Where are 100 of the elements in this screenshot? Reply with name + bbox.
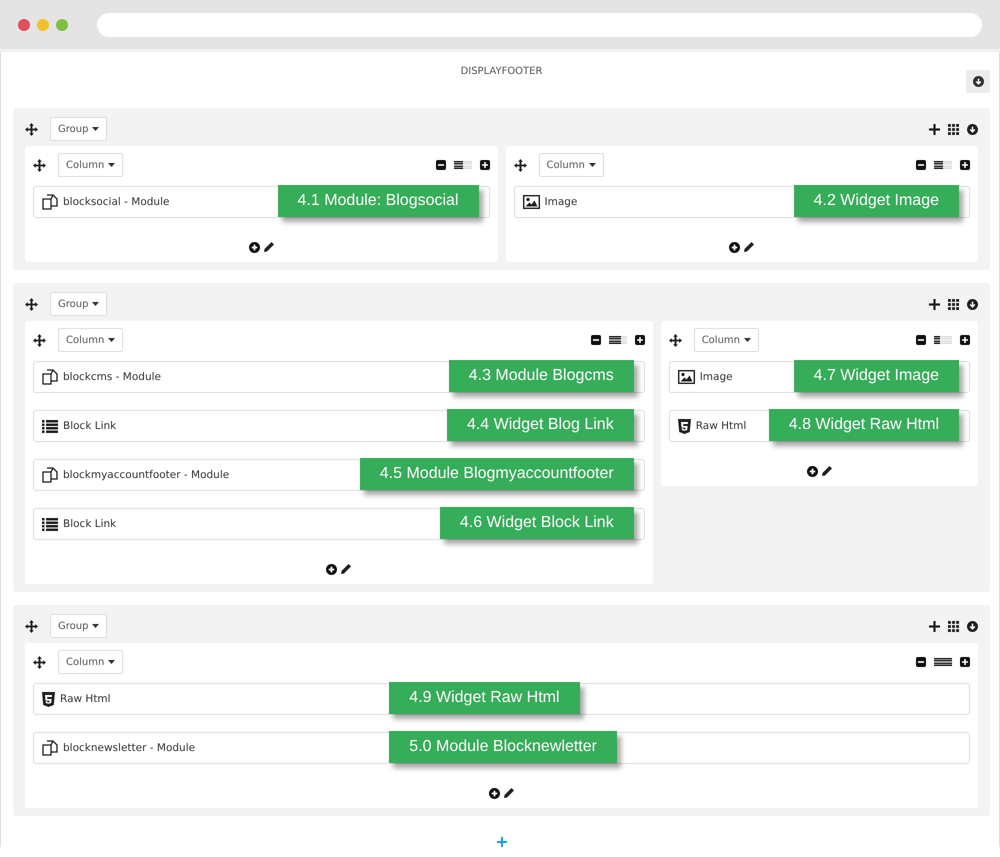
column-width-icon	[608, 336, 627, 344]
move-icon[interactable]	[25, 620, 38, 632]
pencil-icon[interactable]	[744, 242, 754, 252]
caret-icon	[92, 127, 100, 131]
plus-icon[interactable]	[929, 298, 940, 310]
move-icon[interactable]	[25, 298, 38, 310]
widget-row[interactable]: Image 4.2 Widget Image	[514, 186, 970, 218]
maximize-dot[interactable]	[56, 18, 68, 30]
widget-row[interactable]: blocknewsletter - Module 5.0 Module Blocknewletter	[33, 732, 970, 764]
plus-square-icon[interactable]	[960, 160, 970, 170]
circle-plus-icon[interactable]	[489, 788, 500, 799]
grid-icon[interactable]	[948, 620, 959, 632]
move-icon[interactable]	[514, 158, 526, 172]
copy-icon	[42, 194, 58, 210]
caret-icon	[92, 302, 100, 306]
image-icon	[678, 370, 695, 384]
plus-square-icon[interactable]	[480, 160, 490, 170]
column-dropdown[interactable]: Column	[58, 328, 124, 352]
widget-label: Raw Html	[696, 420, 746, 432]
pencil-icon[interactable]	[264, 242, 274, 252]
plus-icon[interactable]	[929, 124, 940, 134]
close-dot[interactable]	[18, 18, 30, 30]
column-dropdown[interactable]: Column	[538, 153, 604, 177]
annotation-callout: 4.1 Module: Blogsocial	[278, 185, 478, 217]
caret-icon	[588, 163, 596, 167]
widget-label: Image	[544, 196, 578, 208]
column-width-icon	[454, 161, 472, 169]
widget-label: blocksocial - Module	[63, 196, 170, 208]
plus-square-icon[interactable]	[634, 335, 645, 345]
column-width-icon	[934, 336, 952, 344]
plus-icon[interactable]	[929, 620, 940, 632]
pencil-icon[interactable]	[341, 564, 352, 574]
minimize-dot[interactable]	[37, 18, 49, 30]
annotation-callout: 4.7 Widget Image	[794, 360, 959, 392]
list-icon	[42, 420, 58, 432]
widget-label: Raw Html	[60, 693, 111, 705]
widget-label: blocknewsletter - Module	[63, 742, 196, 754]
caret-icon	[108, 163, 116, 167]
annotation-callout: 4.8 Widget Raw Html	[768, 409, 959, 441]
circle-down-icon[interactable]	[967, 620, 978, 632]
widget-row[interactable]: blockmyaccountfooter - Module 4.5 Module Blogmyaccountfooter	[33, 459, 645, 491]
move-icon[interactable]	[33, 656, 46, 668]
caret-icon	[108, 338, 116, 342]
annotation-callout: 5.0 Module Blocknewletter	[389, 731, 617, 763]
minus-square-icon[interactable]	[916, 657, 926, 667]
caret-icon	[108, 660, 116, 664]
pencil-icon[interactable]	[822, 466, 832, 476]
circle-plus-icon[interactable]	[806, 466, 818, 477]
circle-plus-icon[interactable]	[729, 242, 740, 253]
widget-row[interactable]: Block Link 4.6 Widget Block Link	[33, 508, 645, 540]
annotation-callout: 4.4 Widget Blog Link	[446, 409, 634, 441]
minus-square-icon[interactable]	[916, 160, 926, 170]
move-icon[interactable]	[33, 158, 46, 172]
caret-icon	[92, 624, 100, 628]
widget-label: Block Link	[63, 518, 116, 530]
copy-icon	[42, 467, 58, 483]
group-dropdown[interactable]: Group	[50, 117, 108, 141]
caret-icon	[744, 338, 751, 342]
annotation-callout: 4.2 Widget Image	[794, 185, 959, 217]
circle-down-icon[interactable]	[967, 298, 978, 310]
grid-icon[interactable]	[948, 298, 959, 310]
annotation-callout: 4.6 Widget Block Link	[440, 507, 634, 539]
minus-square-icon[interactable]	[916, 335, 926, 345]
widget-row[interactable]: blocksocial - Module 4.1 Module: Blogsocial	[33, 186, 490, 218]
widget-row[interactable]: blockcms - Module 4.3 Module Blogcms	[33, 361, 645, 393]
minus-square-icon[interactable]	[590, 335, 601, 345]
hook-title: DISPLAYFOOTER	[460, 66, 542, 79]
circle-down-icon	[972, 76, 984, 87]
column-dropdown[interactable]: Column	[694, 328, 759, 352]
circle-plus-icon[interactable]	[326, 564, 338, 575]
copy-icon	[42, 369, 58, 385]
widget-label: blockmyaccountfooter - Module	[63, 469, 230, 481]
minus-square-icon[interactable]	[436, 160, 446, 170]
widget-label: blockcms - Module	[63, 371, 161, 383]
annotation-callout: 4.5 Module Blogmyaccountfooter	[360, 458, 634, 490]
plus-square-icon[interactable]	[960, 335, 970, 345]
widget-row[interactable]: Raw Html 4.8 Widget Raw Html	[668, 410, 970, 442]
move-icon[interactable]	[25, 122, 38, 136]
copy-icon	[42, 740, 58, 756]
move-icon[interactable]	[668, 334, 682, 346]
pencil-icon[interactable]	[504, 788, 514, 798]
move-icon[interactable]	[33, 334, 46, 346]
grid-icon[interactable]	[948, 124, 959, 134]
circle-plus-icon[interactable]	[248, 242, 260, 253]
column-width-icon	[934, 658, 952, 666]
widget-row[interactable]: Block Link 4.4 Widget Blog Link	[33, 410, 645, 442]
widget-label: Image	[700, 371, 733, 383]
widget-row[interactable]: Raw Html 4.9 Widget Raw Html	[33, 683, 970, 715]
html5-shield-icon	[678, 418, 691, 434]
group-dropdown[interactable]: Group	[50, 614, 108, 638]
collapse-button[interactable]	[966, 70, 990, 93]
widget-label: Block Link	[63, 420, 116, 432]
column-dropdown[interactable]: Column	[58, 153, 124, 177]
circle-down-icon[interactable]	[967, 124, 978, 134]
plus-square-icon[interactable]	[960, 657, 970, 667]
widget-row[interactable]: Image 4.7 Widget Image	[668, 361, 970, 393]
html5-shield-icon	[42, 692, 55, 706]
annotation-callout: 4.3 Module Blogcms	[448, 360, 634, 392]
group-dropdown[interactable]: Group	[50, 292, 108, 316]
column-dropdown[interactable]: Column	[58, 650, 124, 674]
